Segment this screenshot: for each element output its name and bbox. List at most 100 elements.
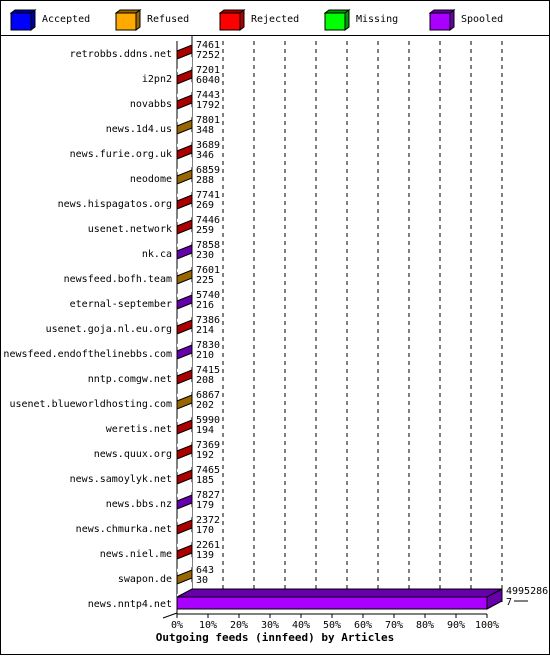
legend-swatch-refused: [115, 9, 142, 31]
category-label: nntp.comgw.net: [88, 374, 172, 385]
legend-swatch-spooled: [429, 9, 456, 31]
chart-title: Outgoing feeds (innfeed) by Articles: [156, 631, 394, 644]
bar-chart: 74617252retrobbs.ddns.net72016040i2pn274…: [3, 36, 548, 644]
x-tick-label: 70%: [385, 620, 403, 631]
bar-gap: [177, 357, 192, 372]
category-label: eternal-september: [70, 299, 172, 310]
category-label: usenet.network: [88, 224, 172, 235]
bar-value-label: 139: [196, 550, 214, 561]
bar-novabbs: [176, 94, 193, 110]
category-label: usenet.goja.nl.eu.org: [46, 324, 172, 335]
bar-value-label: 192: [196, 450, 214, 461]
bar-nntp-comgw-net: [176, 369, 193, 385]
bar-value-label: 348: [196, 125, 214, 136]
x-tick-label: 50%: [323, 620, 341, 631]
bar-gap: [177, 132, 192, 147]
bar-swapon-de: [176, 569, 193, 585]
bar-usenet-blueworldhosting-com: [176, 394, 193, 410]
x-tick-label: 100%: [475, 620, 499, 631]
category-label: newsfeed.endofthelinebbs.com: [3, 349, 172, 360]
bar-gap: [177, 532, 192, 547]
category-label: news.chmurka.net: [76, 524, 172, 535]
bar-neodome: [176, 169, 193, 185]
axis-corner: [162, 612, 178, 619]
bar-value-label: 230: [196, 250, 214, 261]
category-label: news.furie.org.uk: [70, 149, 172, 160]
category-label: news.1d4.us: [106, 124, 172, 135]
bar-news-bbs-nz: [176, 494, 193, 510]
category-label: news.nntp4.net: [88, 599, 172, 610]
bar-gap: [177, 107, 192, 122]
bar-usenet-goja-nl-eu-org: [176, 319, 193, 335]
bar-gap: [177, 57, 192, 72]
bar-gap: [177, 407, 192, 422]
category-label: neodome: [130, 174, 172, 185]
bar-news-quux-org: [176, 444, 193, 460]
bar-gap: [177, 257, 192, 272]
category-label: news.quux.org: [94, 449, 172, 460]
chart-frame: Accepted Refused Rejected Missing Spooled 74…: [0, 0, 550, 655]
category-label: usenet.blueworldhosting.com: [9, 399, 172, 410]
bar-eternal-september: [176, 294, 193, 310]
bar-value-label: 225: [196, 275, 214, 286]
legend-swatch-rejected: [219, 9, 246, 31]
bar-gap: [177, 507, 192, 522]
bar-retrobbs-ddns-net: [176, 44, 193, 60]
bar-gap: [177, 182, 192, 197]
bar-gap: [177, 207, 192, 222]
legend-label: Refused: [147, 14, 190, 25]
bar-nk-ca: [176, 244, 193, 260]
bar-value-label: 7252: [196, 50, 220, 61]
x-tick-label: 0%: [171, 620, 183, 631]
bar-gap: [177, 307, 192, 322]
bar-gap: [177, 282, 192, 297]
legend-label: Accepted: [42, 14, 91, 25]
legend: Accepted Refused Rejected Missing Spooled: [1, 1, 549, 36]
bar-news-1d4-us: [176, 119, 193, 135]
legend-label: Rejected: [251, 14, 300, 25]
bar-newsfeed-endofthelinebbs-com: [176, 344, 193, 360]
bar-value-label: 30: [196, 575, 208, 586]
x-tick-label: 30%: [261, 620, 279, 631]
category-label: novabbs: [130, 99, 172, 110]
legend-swatch-accepted: [10, 9, 37, 31]
bar-value-label: 4995286: [506, 586, 548, 597]
bar-weretis-net: [176, 419, 193, 435]
x-tick-label: 80%: [416, 620, 434, 631]
bar-gap: [177, 157, 192, 172]
x-tick-label: 40%: [292, 620, 310, 631]
category-label: swapon.de: [118, 574, 172, 585]
bar-value-label: 194: [196, 425, 214, 436]
bar-value-label: 202: [196, 400, 214, 411]
bar-value-label: 208: [196, 375, 214, 386]
bar-value-label: 7: [506, 597, 512, 608]
x-tick-label: 60%: [354, 620, 372, 631]
bar-value-label: 179: [196, 500, 214, 511]
bar-newsfeed-bofh-team: [176, 269, 193, 285]
bar-value-label: 269: [196, 200, 214, 211]
bar-gap: [177, 332, 192, 347]
bar-value-label: 259: [196, 225, 214, 236]
x-tick-label: 20%: [230, 620, 248, 631]
category-label: retrobbs.ddns.net: [70, 49, 172, 60]
bar-value-label: 216: [196, 300, 214, 311]
bar-gap: [177, 557, 192, 572]
bar-news-nntp4-net: [176, 596, 488, 610]
x-tick-label: 10%: [199, 620, 217, 631]
category-label: news.samoylyk.net: [70, 474, 172, 485]
x-tick-label: 90%: [447, 620, 465, 631]
bar-gap: [177, 482, 192, 497]
bar-value-label: 1792: [196, 100, 220, 111]
category-label: i2pn2: [142, 74, 172, 85]
bar-news-samoylyk-net: [176, 469, 193, 485]
bar-news-chmurka-net: [176, 519, 193, 535]
legend-label: Spooled: [461, 14, 504, 25]
bar-news-furie-org-uk: [176, 144, 193, 160]
bar-value-label: 6040: [196, 75, 220, 86]
category-label: news.niel.me: [100, 549, 172, 560]
bar-i2pn2: [176, 69, 193, 85]
bar-value-label: 346: [196, 150, 214, 161]
bar-top-face: [176, 588, 503, 598]
bar-gap: [177, 457, 192, 472]
bar-gap: [177, 232, 192, 247]
